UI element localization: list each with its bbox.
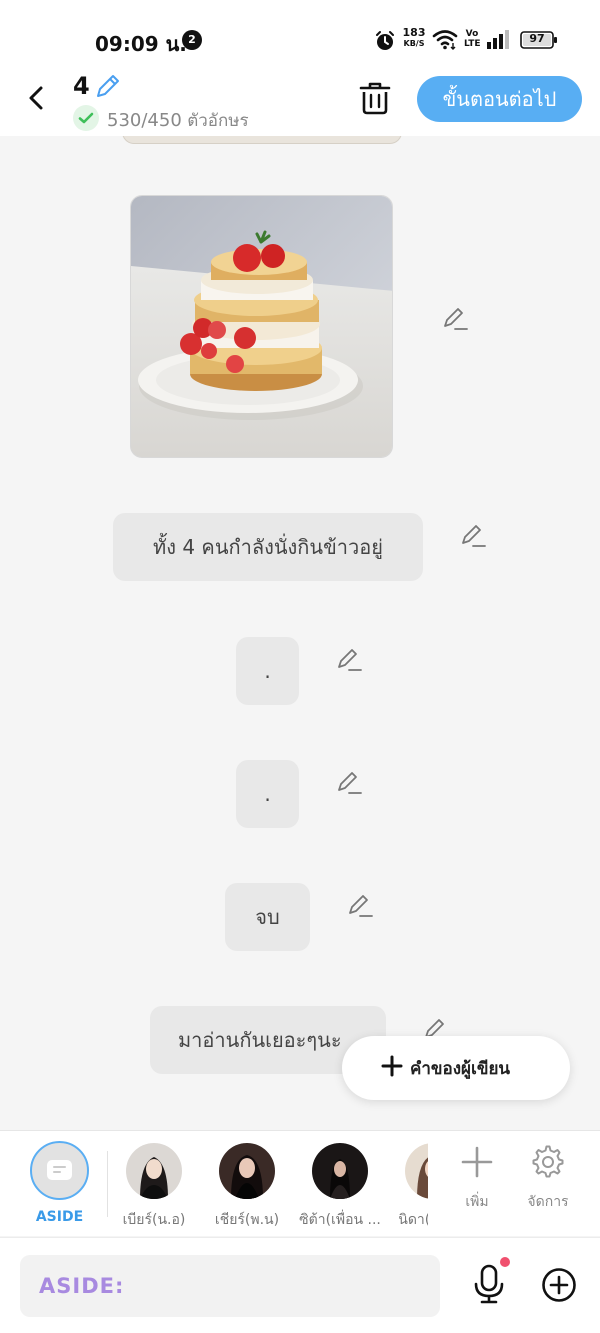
character-portrait: [126, 1143, 182, 1199]
character-item[interactable]: เชียร์(พ.น): [205, 1143, 289, 1231]
recording-indicator-dot: [500, 1257, 510, 1267]
message-bubble[interactable]: .: [236, 760, 299, 828]
message-bubble[interactable]: จบ: [225, 883, 310, 951]
character-avatar: [126, 1143, 182, 1199]
character-portrait: [405, 1143, 428, 1199]
edit-message-pencil-icon[interactable]: [460, 522, 486, 548]
character-name: นิดา(เพื่อน): [398, 1212, 428, 1228]
alarm-icon: [376, 31, 394, 50]
character-item[interactable]: เบียร์(น.อ): [112, 1143, 196, 1231]
message-input-bar: ASIDE:: [0, 1237, 600, 1333]
character-count: 530/450 ตัวอักษร: [107, 107, 249, 134]
trash-icon[interactable]: [358, 80, 392, 116]
character-avatar: [405, 1143, 428, 1199]
aside-chat-icon: [47, 1160, 72, 1180]
manage-characters-label: จัดการ: [527, 1194, 569, 1210]
message-bubble[interactable]: ทั้ง 4 คนกำลังนั่งกินข้าวอยู่: [113, 513, 423, 581]
character-item[interactable]: ซิต้า(เพื่อน ...: [298, 1143, 382, 1231]
edit-message-pencil-icon[interactable]: [336, 646, 362, 672]
edit-title-pencil-icon[interactable]: [94, 72, 122, 100]
message-bubble[interactable]: .: [236, 637, 299, 705]
plus-icon: [381, 1055, 403, 1077]
add-character-button[interactable]: เพิ่ม: [447, 1145, 507, 1213]
wifi-icon: [432, 30, 458, 50]
battery-level: 97: [529, 32, 545, 45]
aside-label: ASIDE: [35, 1209, 84, 1225]
check-circle-icon: [73, 105, 99, 131]
divider: [107, 1151, 108, 1217]
volte-bottom: LTE: [464, 39, 481, 49]
character-name: ซิต้า(เพื่อน ...: [299, 1212, 381, 1228]
edit-message-pencil-icon[interactable]: [336, 769, 362, 795]
character-count-unit: ตัวอักษร: [187, 111, 249, 131]
author-note-label: คำของผู้เขียน: [410, 1059, 511, 1079]
plus-icon: [461, 1146, 493, 1178]
manage-characters-button[interactable]: จัดการ: [518, 1145, 578, 1213]
edit-message-pencil-icon[interactable]: [347, 892, 373, 918]
next-step-button[interactable]: ขั้นตอนต่อไป: [417, 76, 582, 122]
network-speed-unit: KB/S: [403, 39, 425, 48]
back-arrow-icon[interactable]: [22, 80, 52, 116]
edit-message-pencil-icon[interactable]: [442, 305, 468, 331]
message-input[interactable]: ASIDE:: [20, 1255, 440, 1317]
aside-avatar[interactable]: [30, 1141, 89, 1200]
author-note-button[interactable]: คำของผู้เขียน: [342, 1036, 570, 1100]
character-count-value: 530/450: [107, 110, 182, 131]
status-time: 09:09 น.: [95, 32, 187, 56]
character-avatar: [219, 1143, 275, 1199]
gear-icon: [532, 1145, 564, 1178]
chat-content[interactable]: ทั้ง 4 คนกำลังนั่งกินข้าวอยู่ . . จบ มาอ…: [0, 136, 600, 1130]
add-circle-icon[interactable]: [541, 1267, 577, 1303]
character-item[interactable]: นิดา(เพื่อน): [391, 1143, 428, 1231]
character-list: เบียร์(น.อ) เชียร์(พ.น) ซิต้า(เพื่อน ...…: [112, 1131, 428, 1237]
volte-top: Vo: [465, 29, 479, 39]
status-bar: 09:09 น. 2 183 KB/S Vo LTE 97: [0, 0, 600, 72]
pancake-illustration: [131, 196, 392, 457]
editor-header: 4 530/450 ตัวอักษร ขั้นตอนต่อไป: [0, 72, 600, 136]
signal-icon: [487, 30, 509, 49]
microphone-icon[interactable]: [470, 1262, 508, 1306]
character-bar: ASIDE เบียร์(น.อ) เชียร์(พ.น) ซิต้า(เพื่…: [0, 1130, 600, 1236]
notification-count-badge: 2: [182, 30, 202, 50]
volte-indicator: Vo LTE: [464, 29, 481, 49]
message-input-placeholder: ASIDE:: [39, 1274, 125, 1298]
previous-image-edge: [122, 136, 402, 144]
pancake-stack-image[interactable]: [130, 195, 393, 458]
check-mark-icon: [78, 112, 94, 124]
network-speed: 183 KB/S: [400, 27, 428, 49]
add-character-label: เพิ่ม: [465, 1194, 489, 1210]
chapter-number: 4: [73, 72, 90, 100]
character-portrait: [219, 1143, 275, 1199]
character-name: เชียร์(พ.น): [214, 1212, 280, 1228]
character-portrait: [312, 1143, 368, 1199]
battery-icon: 97: [520, 31, 558, 49]
character-name: เบียร์(น.อ): [122, 1212, 186, 1228]
character-avatar: [312, 1143, 368, 1199]
